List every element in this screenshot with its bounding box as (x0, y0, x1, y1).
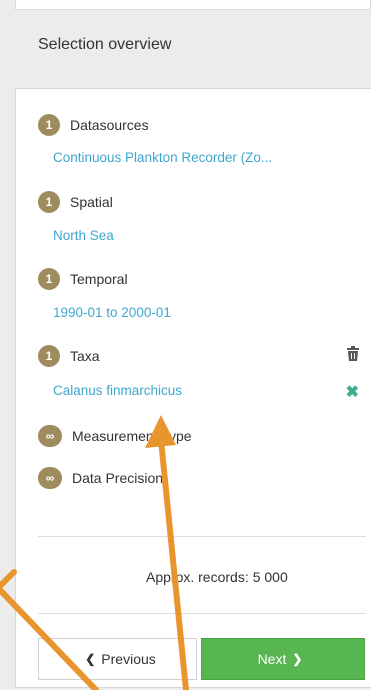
section-label-measurement-type: Measurement Type (72, 428, 192, 444)
close-icon[interactable]: ✖ (346, 382, 359, 402)
approx-records: Approx. records: 5 000 (146, 569, 288, 585)
chevron-left-icon: ❮ (85, 652, 96, 666)
taxa-value-link[interactable]: Calanus finmarchicus (53, 383, 182, 398)
divider (38, 536, 366, 537)
count-badge: 1 (38, 268, 60, 290)
section-label-data-precision: Data Precision (72, 470, 164, 486)
section-datasources: 1 Datasources (38, 114, 149, 136)
datasources-value-link[interactable]: Continuous Plankton Recorder (Zo... (53, 150, 272, 165)
infinity-badge: ∞ (38, 467, 62, 489)
section-temporal: 1 Temporal (38, 268, 128, 290)
selection-overview-title: Selection overview (38, 36, 172, 53)
next-button-label: Next (257, 651, 287, 667)
divider (38, 613, 366, 614)
next-button[interactable]: Next ❯ (201, 638, 365, 680)
previous-button[interactable]: ❮ Previous (38, 638, 197, 680)
records-label: Approx. records: (146, 569, 249, 585)
section-label-spatial: Spatial (70, 194, 113, 210)
section-label-temporal: Temporal (70, 271, 128, 287)
trash-icon[interactable] (347, 346, 359, 366)
section-spatial: 1 Spatial (38, 191, 113, 213)
annotation-arrow (0, 569, 17, 589)
count-badge: 1 (38, 345, 60, 367)
section-data-precision: ∞ Data Precision (38, 467, 163, 489)
temporal-value-link[interactable]: 1990-01 to 2000-01 (53, 305, 171, 320)
count-badge: 1 (38, 114, 60, 136)
count-badge: 1 (38, 191, 60, 213)
section-label-taxa: Taxa (70, 348, 100, 364)
previous-panel-edge (15, 0, 371, 10)
infinity-badge: ∞ (38, 425, 62, 447)
spatial-value-link[interactable]: North Sea (53, 228, 114, 243)
records-value: 5 000 (252, 569, 288, 585)
section-measurement-type: ∞ Measurement Type (38, 425, 192, 447)
section-label-datasources: Datasources (70, 117, 149, 133)
chevron-right-icon: ❯ (292, 652, 303, 666)
previous-button-label: Previous (101, 651, 156, 667)
section-taxa: 1 Taxa (38, 345, 100, 367)
